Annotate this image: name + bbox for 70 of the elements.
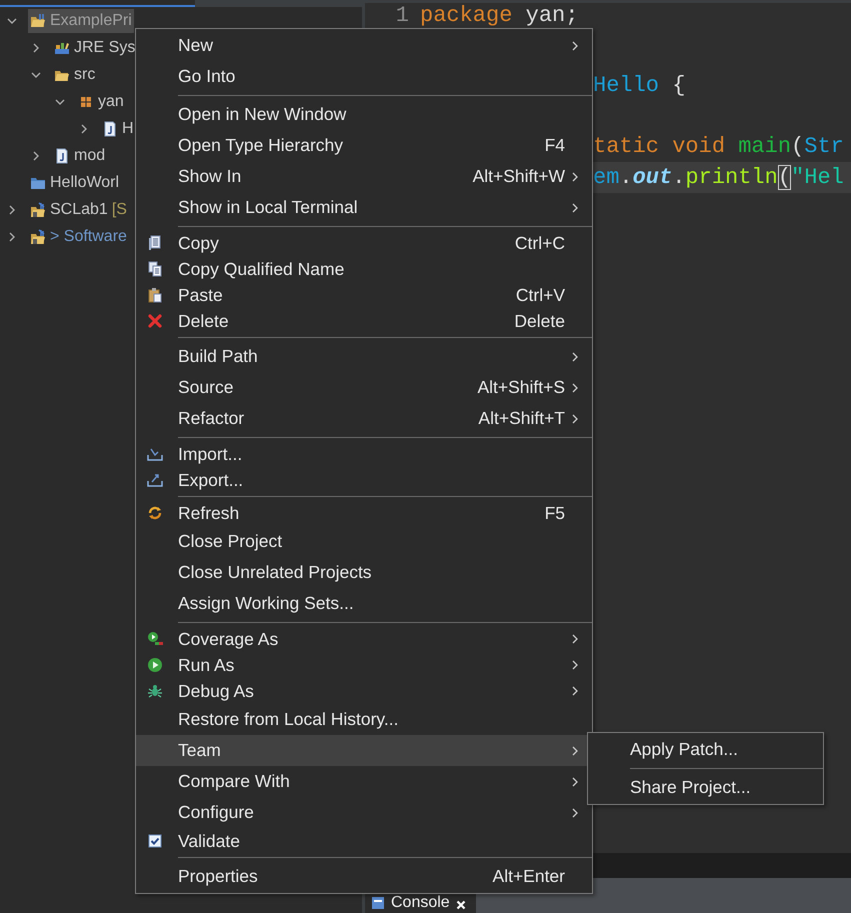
menu-item[interactable]: Close Unrelated Projects xyxy=(136,557,587,588)
menu-item[interactable]: Validate xyxy=(136,828,587,854)
shortcut-text: Alt+Shift+T xyxy=(478,408,565,429)
tree-item[interactable]: H xyxy=(100,116,136,140)
code-line: package yan; xyxy=(420,3,578,28)
tree-item[interactable]: > Software xyxy=(28,224,129,248)
shortcut-text: Ctrl+V xyxy=(516,284,565,306)
project-folder-icon xyxy=(30,228,46,244)
shortcut-text: Alt+Shift+S xyxy=(477,377,565,398)
java-file-icon xyxy=(102,120,118,136)
menu-item[interactable]: Open in New Window xyxy=(136,99,587,130)
tree-item[interactable]: mod xyxy=(52,144,108,168)
menu-item[interactable]: Close Project xyxy=(136,526,587,557)
menu-item[interactable]: Assign Working Sets... xyxy=(136,588,587,619)
tree-item[interactable]: yan xyxy=(76,90,126,114)
coverage-icon xyxy=(147,631,163,647)
tree-decoration: [S xyxy=(112,200,127,218)
line-number: 1 xyxy=(395,3,409,28)
menu-item[interactable]: Show in Local Terminal xyxy=(136,192,587,223)
panel-tab[interactable] xyxy=(0,0,195,7)
menu-item[interactable]: Copy Qualified Name xyxy=(136,256,587,282)
close-icon[interactable] xyxy=(456,900,466,910)
menu-item[interactable]: Debug As xyxy=(136,678,587,704)
shortcut-text: Alt+Enter xyxy=(492,866,565,887)
menu-item[interactable]: Refresh F5 xyxy=(136,500,587,526)
menu-item[interactable]: Delete Delete xyxy=(136,308,587,334)
menu-item[interactable]: Share Project... xyxy=(588,772,818,803)
code-line: tatic void main(Str xyxy=(593,134,844,159)
menu-item[interactable]: Run As xyxy=(136,652,587,678)
bug-icon xyxy=(147,683,163,699)
menu-item[interactable]: Go Into xyxy=(136,61,587,92)
tree-item[interactable]: HelloWorl xyxy=(28,170,122,194)
tree-item[interactable]: JRE Sys xyxy=(52,36,138,60)
menu-item[interactable]: Configure xyxy=(136,797,587,828)
menu-item[interactable]: Open Type Hierarchy F4 xyxy=(136,130,587,161)
export-icon xyxy=(147,472,163,488)
menu-item[interactable]: Restore from Local History... xyxy=(136,704,587,735)
shortcut-text: F4 xyxy=(544,135,565,156)
run-icon xyxy=(147,657,163,673)
copy-icon xyxy=(147,261,163,277)
java-file-icon xyxy=(54,148,70,164)
menu-item[interactable]: Paste Ctrl+V xyxy=(136,282,587,308)
tree-item[interactable]: SCLab1 [S xyxy=(28,198,129,222)
menu-item[interactable]: Refactor Alt+Shift+T xyxy=(136,403,587,434)
shortcut-text: Delete xyxy=(514,310,565,332)
menu-item[interactable]: Copy Ctrl+C xyxy=(136,230,587,256)
import-icon xyxy=(147,446,163,462)
shortcut-text: Ctrl+C xyxy=(514,232,565,254)
menu-item[interactable]: Export... xyxy=(136,467,587,493)
code-line: em.out.println("Hel xyxy=(593,165,844,190)
paste-icon xyxy=(147,287,163,303)
menu-item[interactable]: Import... xyxy=(136,441,587,467)
menu-item[interactable]: Source Alt+Shift+S xyxy=(136,372,587,403)
menu-item[interactable]: New xyxy=(136,30,587,61)
project-folder-icon xyxy=(30,12,46,28)
menu-item[interactable]: Apply Patch... xyxy=(588,734,818,765)
copy-icon xyxy=(147,235,163,251)
refresh-icon xyxy=(147,505,163,521)
shortcut-text: F5 xyxy=(544,502,565,524)
code-line: Hello { xyxy=(593,73,686,98)
menu-item[interactable]: Team xyxy=(136,735,587,766)
delete-icon xyxy=(147,313,163,329)
menu-item[interactable]: Build Path xyxy=(136,341,587,372)
menu-item[interactable]: Coverage As xyxy=(136,626,587,652)
console-icon xyxy=(371,896,385,910)
menu-item[interactable]: Show In Alt+Shift+W xyxy=(136,161,587,192)
shortcut-text: Alt+Shift+W xyxy=(472,166,565,187)
tree-item[interactable]: src xyxy=(52,62,98,86)
menu-item[interactable]: Compare With xyxy=(136,766,587,797)
project-folder-icon xyxy=(30,202,46,218)
